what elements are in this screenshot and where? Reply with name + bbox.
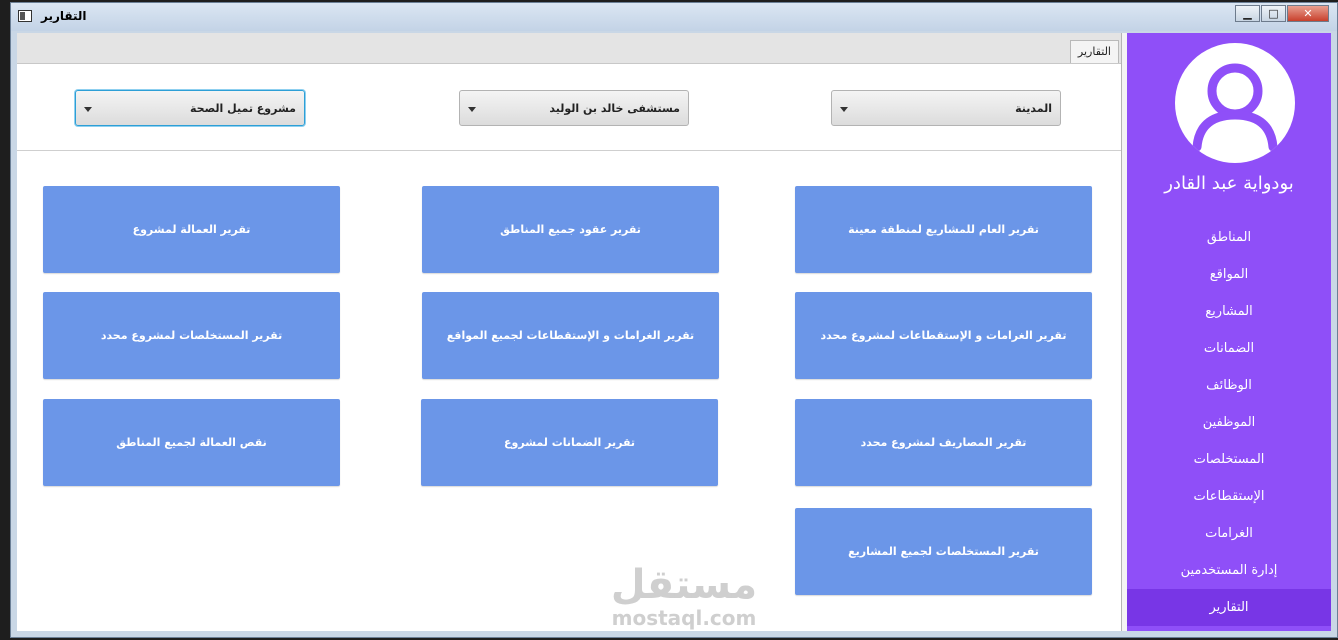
minimize-button[interactable]: ▁: [1235, 5, 1260, 22]
sidebar-item-projects[interactable]: المشاريع: [1127, 293, 1331, 330]
maximize-button[interactable]: □: [1261, 5, 1286, 22]
report-fines-deductions-project-button[interactable]: تقرير الغرامات و الإستقطاعات لمشروع محدد: [795, 292, 1092, 379]
user-name: بودواية عبد القادر: [1164, 173, 1294, 194]
watermark-latin: mostaql.com: [611, 606, 757, 630]
avatar: [1175, 43, 1295, 163]
sidebar-item-reports[interactable]: التقارير: [1127, 589, 1331, 626]
client-area: التقارير المدينة مستشفى خالد بن الوليد م…: [17, 33, 1331, 631]
reports-panel: التقارير المدينة مستشفى خالد بن الوليد م…: [17, 33, 1122, 631]
sidebar-item-jobs[interactable]: الوظائف: [1127, 367, 1331, 404]
watermark: مستقل mostaql.com: [589, 563, 779, 629]
project-select-value: مشروع تميل الصحة: [189, 102, 296, 115]
sidebar-nav: المناطق المواقع المشاريع الضمانات الوظائ…: [1127, 219, 1331, 626]
city-select-value: المدينة: [1015, 102, 1052, 115]
window-controls: ▁ □ ✕: [1234, 5, 1329, 22]
report-extracts-all-projects-button[interactable]: تقرير المستخلصات لجميع المشاريع: [795, 508, 1092, 595]
app-icon: [18, 10, 32, 22]
window-title: التقارير: [41, 9, 87, 23]
sidebar-item-user-management[interactable]: إدارة المستخدمين: [1127, 552, 1331, 589]
hospital-select-value: مستشفى خالد بن الوليد: [549, 102, 680, 115]
city-select[interactable]: المدينة: [831, 90, 1061, 126]
tab-strip: التقارير: [17, 33, 1121, 64]
title-bar[interactable]: التقارير ▁ □ ✕: [11, 3, 1337, 31]
chevron-down-icon: [468, 107, 476, 112]
report-labor-shortage-button[interactable]: نقص العمالة لجميع المناطق: [43, 399, 340, 486]
sidebar-item-sites[interactable]: المواقع: [1127, 256, 1331, 293]
chevron-down-icon: [840, 107, 848, 112]
close-button[interactable]: ✕: [1287, 5, 1329, 22]
sidebar-item-deductions[interactable]: الإستقطاعات: [1127, 478, 1331, 515]
report-extracts-project-button[interactable]: تقرير المستخلصات لمشروع محدد: [43, 292, 340, 379]
tab-reports[interactable]: التقارير: [1069, 40, 1119, 63]
app-window: التقارير ▁ □ ✕ التقارير المدينة مستشفى خ…: [10, 2, 1338, 638]
sidebar-item-employees[interactable]: الموظفين: [1127, 404, 1331, 441]
hospital-select[interactable]: مستشفى خالد بن الوليد: [459, 90, 689, 126]
project-select[interactable]: مشروع تميل الصحة: [75, 90, 305, 126]
chevron-down-icon: [84, 107, 92, 112]
divider: [17, 150, 1121, 151]
sidebar: بودواية عبد القادر المناطق المواقع المشا…: [1127, 33, 1331, 631]
sidebar-item-extracts[interactable]: المستخلصات: [1127, 441, 1331, 478]
report-labor-project-button[interactable]: تقرير العمالة لمشروع: [43, 186, 340, 273]
user-icon: [1192, 63, 1278, 152]
report-expenses-project-button[interactable]: تقرير المصاريف لمشروع محدد: [795, 399, 1092, 486]
sidebar-item-regions[interactable]: المناطق: [1127, 219, 1331, 256]
sidebar-item-fines[interactable]: الغرامات: [1127, 515, 1331, 552]
report-fines-deductions-all-sites-button[interactable]: تقرير الغرامات و الإستقطاعات لجميع الموا…: [422, 292, 719, 379]
sidebar-item-guarantees[interactable]: الضمانات: [1127, 330, 1331, 367]
report-general-region-button[interactable]: تقرير العام للمشاريع لمنطقة معينة: [795, 186, 1092, 273]
report-contracts-all-regions-button[interactable]: تقرير عقود جميع المناطق: [422, 186, 719, 273]
watermark-arabic: مستقل: [610, 562, 758, 608]
report-guarantees-project-button[interactable]: تقرير الضمانات لمشروع: [421, 399, 718, 486]
